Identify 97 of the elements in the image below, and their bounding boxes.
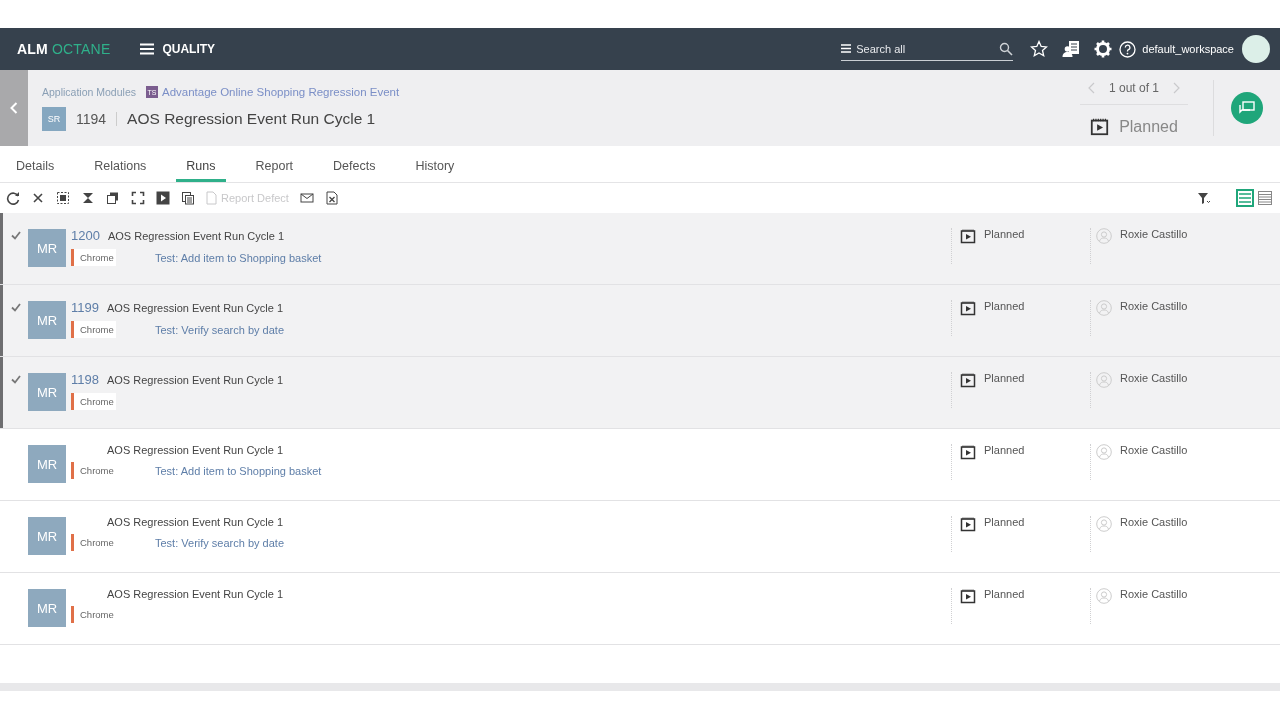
tab[interactable]: Defects — [323, 146, 386, 182]
search-icon[interactable] — [999, 41, 1014, 56]
browser-tag: Chrome — [71, 534, 116, 551]
refresh-icon[interactable] — [6, 191, 20, 205]
run-title: AOS Regression Event Run Cycle 1 — [107, 444, 284, 456]
run-id-link[interactable]: 1200 — [71, 228, 100, 243]
user-avatar: MR — [28, 301, 66, 339]
owner-name: Roxie Castillo — [1120, 516, 1188, 528]
play-calendar-icon — [960, 300, 976, 316]
user-avatar: MR — [28, 445, 66, 483]
phase-label: Planned — [984, 516, 1025, 528]
browser-tag: Chrome — [71, 393, 116, 410]
owner-name: Roxie Castillo — [1120, 300, 1188, 312]
pager-text: 1 out of 1 — [1108, 81, 1159, 95]
play-calendar-icon — [1090, 117, 1110, 136]
phase-label: Planned — [984, 588, 1025, 600]
test-link[interactable]: Test: Verify search by date — [155, 536, 284, 549]
owner-name: Roxie Castillo — [1120, 444, 1188, 456]
run-title: AOS Regression Event Run Cycle 1 — [107, 588, 284, 600]
person-document-icon[interactable] — [1062, 40, 1081, 58]
run-row[interactable]: MR 1199 AOS Regression Event Run Cycle 1 Chrome Test: Verify search by date Planned Roxie Castillo — [0, 285, 1280, 356]
run-title: AOS Regression Event Run Cycle 1 — [107, 230, 284, 242]
document-icon — [206, 191, 217, 205]
tab[interactable]: History — [405, 146, 465, 182]
test-link[interactable]: Test: Add item to Shopping basket — [155, 251, 322, 264]
chat-button[interactable] — [1231, 92, 1263, 124]
run-title: AOS Regression Event Run Cycle 1 — [107, 516, 284, 528]
test-link[interactable]: Test: Verify search by date — [155, 323, 284, 336]
expand-icon[interactable] — [131, 191, 145, 205]
person-outline-icon — [1096, 228, 1112, 244]
workspace-name[interactable]: default_workspace — [1142, 43, 1234, 55]
filter-icon[interactable] — [1197, 191, 1211, 205]
play-calendar-icon — [960, 588, 976, 604]
chat-bubbles-icon — [1239, 101, 1255, 115]
run-title: AOS Regression Event Run Cycle 1 — [106, 302, 284, 314]
owner-name: Roxie Castillo — [1120, 588, 1188, 600]
browser-tag: Chrome — [71, 462, 116, 479]
run-title: AOS Regression Event Run Cycle 1 — [106, 374, 284, 386]
run-row[interactable]: MR 1198 AOS Regression Event Run Cycle 1 Chrome Planned Roxie Castillo — [0, 357, 1280, 428]
user-avatar[interactable] — [1242, 35, 1270, 63]
person-outline-icon — [1096, 372, 1112, 388]
menu-icon — [841, 44, 852, 53]
checkmark-icon — [10, 231, 21, 240]
browser-tag: Chrome — [71, 321, 116, 338]
person-outline-icon — [1096, 300, 1112, 316]
tab[interactable]: Runs — [176, 146, 226, 182]
user-avatar: MR — [28, 517, 66, 555]
spreadsheet-export-icon[interactable] — [324, 191, 339, 205]
checkmark-icon — [10, 303, 21, 312]
list-view-button[interactable] — [1236, 189, 1254, 207]
select-frame-icon[interactable] — [56, 191, 70, 205]
phase-label: Planned — [984, 228, 1025, 240]
run-row[interactable]: MR 1200 AOS Regression Event Run Cycle 1 Chrome Test: Add item to Shopping basket Planned Roxie Castillo — [0, 213, 1280, 284]
close-icon[interactable] — [31, 191, 45, 205]
menu-icon — [140, 43, 155, 55]
star-icon[interactable] — [1030, 40, 1049, 58]
help-icon[interactable] — [1119, 40, 1137, 58]
user-avatar: MR — [28, 229, 66, 267]
table-lines-icon — [1258, 191, 1272, 205]
entity-type-badge: SR — [42, 107, 66, 131]
run-id-link[interactable]: 1199 — [71, 300, 99, 315]
browser-tag: Chrome — [71, 606, 116, 623]
product-logo: ALM OCTANE — [17, 41, 111, 57]
duplicate-icon[interactable] — [181, 191, 195, 205]
module-menu-button[interactable]: QUALITY — [140, 42, 216, 56]
list-lines-icon — [1238, 191, 1252, 205]
phase-label: Planned — [984, 372, 1025, 384]
tab[interactable]: Relations — [84, 146, 157, 182]
chevron-left-icon — [10, 102, 18, 114]
tab[interactable]: Report — [245, 146, 304, 182]
play-calendar-icon — [960, 228, 976, 244]
test-link[interactable]: Test: Add item to Shopping basket — [155, 464, 322, 477]
play-calendar-icon — [960, 444, 976, 460]
copy-icon[interactable] — [106, 191, 120, 205]
checkmark-icon — [10, 375, 21, 384]
person-outline-icon — [1096, 444, 1112, 460]
browser-tag: Chrome — [71, 249, 116, 266]
owner-name: Roxie Castillo — [1120, 372, 1188, 384]
user-avatar: MR — [28, 373, 66, 411]
settings-icon[interactable] — [1094, 40, 1113, 58]
entity-title: AOS Regression Event Run Cycle 1 — [127, 110, 376, 128]
phase-label: Planned — [984, 444, 1025, 456]
owner-name: Roxie Castillo — [1120, 228, 1188, 240]
user-avatar: MR — [28, 589, 66, 627]
mail-icon[interactable] — [299, 191, 314, 205]
grid-view-button[interactable] — [1256, 189, 1274, 207]
play-calendar-icon — [960, 516, 976, 532]
phase-label: Planned — [984, 300, 1025, 312]
entity-id: 1194 — [76, 111, 107, 127]
run-id-link[interactable]: 1198 — [71, 372, 99, 387]
person-outline-icon — [1096, 516, 1112, 532]
play-icon[interactable] — [156, 191, 170, 205]
play-calendar-icon — [960, 372, 976, 388]
tab[interactable]: Details — [6, 146, 65, 182]
collapse-icon[interactable] — [81, 191, 95, 205]
person-outline-icon — [1096, 588, 1112, 604]
search-field[interactable]: Search all — [856, 42, 995, 55]
